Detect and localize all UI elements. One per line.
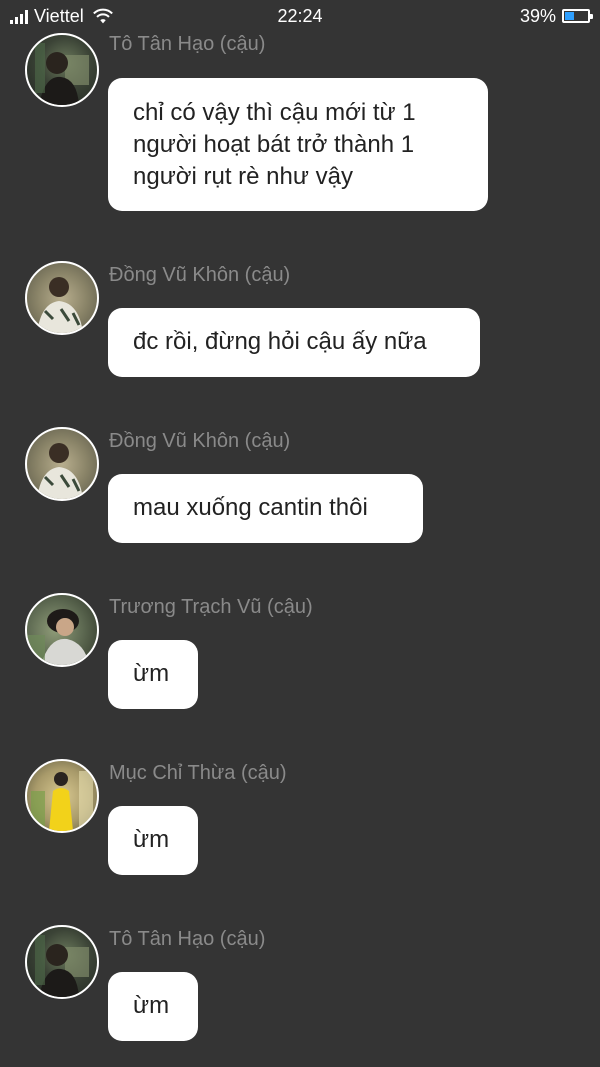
sender-name: Tô Tân Hạo (cậu) <box>109 928 266 950</box>
photo-avatar-icon <box>31 771 93 831</box>
message-text-line: ừm <box>133 992 170 1019</box>
message-text-line: người hoạt bát trở thành 1 <box>133 131 415 158</box>
sender-name: Mục Chỉ Thừa (cậu) <box>109 762 287 784</box>
message-bubble[interactable]: ừm <box>108 640 198 709</box>
avatar[interactable] <box>25 759 99 833</box>
message-text-line: đc rồi, đừng hỏi cậu ấy nữa <box>133 328 427 355</box>
message-bubble[interactable]: chỉ có vậy thì cậu mới từ 1 người hoạt b… <box>108 78 488 211</box>
message-bubble[interactable]: ừm <box>108 972 198 1041</box>
message-text-line: mau xuống cantin thôi <box>133 494 368 521</box>
avatar[interactable] <box>25 261 99 335</box>
battery-level <box>565 12 574 20</box>
message-text-line: chỉ có vậy thì cậu mới từ 1 <box>133 99 416 126</box>
message-bubble[interactable]: đc rồi, đừng hỏi cậu ấy nữa <box>108 308 480 377</box>
photo-avatar-icon <box>27 609 89 665</box>
sender-name: Đồng Vũ Khôn (cậu) <box>109 430 291 452</box>
message-text-line: ừm <box>133 826 170 853</box>
message-bubble[interactable]: mau xuống cantin thôi <box>108 474 423 543</box>
message-text-line: người rụt rè như vậy <box>133 163 353 190</box>
status-right: 39% <box>519 5 593 26</box>
message-bubble[interactable]: ừm <box>108 806 198 875</box>
avatar[interactable] <box>25 33 99 107</box>
avatar[interactable] <box>25 925 99 999</box>
message-text-line: ừm <box>133 660 170 687</box>
photo-avatar-icon <box>37 443 83 499</box>
status-bar: Viettel 22:24 39% <box>0 0 600 32</box>
sender-name: Đồng Vũ Khôn (cậu) <box>109 264 291 286</box>
photo-avatar-icon <box>37 277 83 333</box>
sender-name: Tô Tân Hạo (cậu) <box>109 33 266 55</box>
photo-avatar-icon <box>35 935 89 997</box>
status-time: 22:24 <box>277 6 323 26</box>
photo-avatar-icon <box>35 43 89 105</box>
sender-name: Trương Trạch Vũ (cậu) <box>109 596 313 618</box>
battery-icon <box>562 9 593 23</box>
avatar[interactable] <box>25 593 99 667</box>
battery-percent: 39% <box>519 5 556 26</box>
avatar[interactable] <box>25 427 99 501</box>
